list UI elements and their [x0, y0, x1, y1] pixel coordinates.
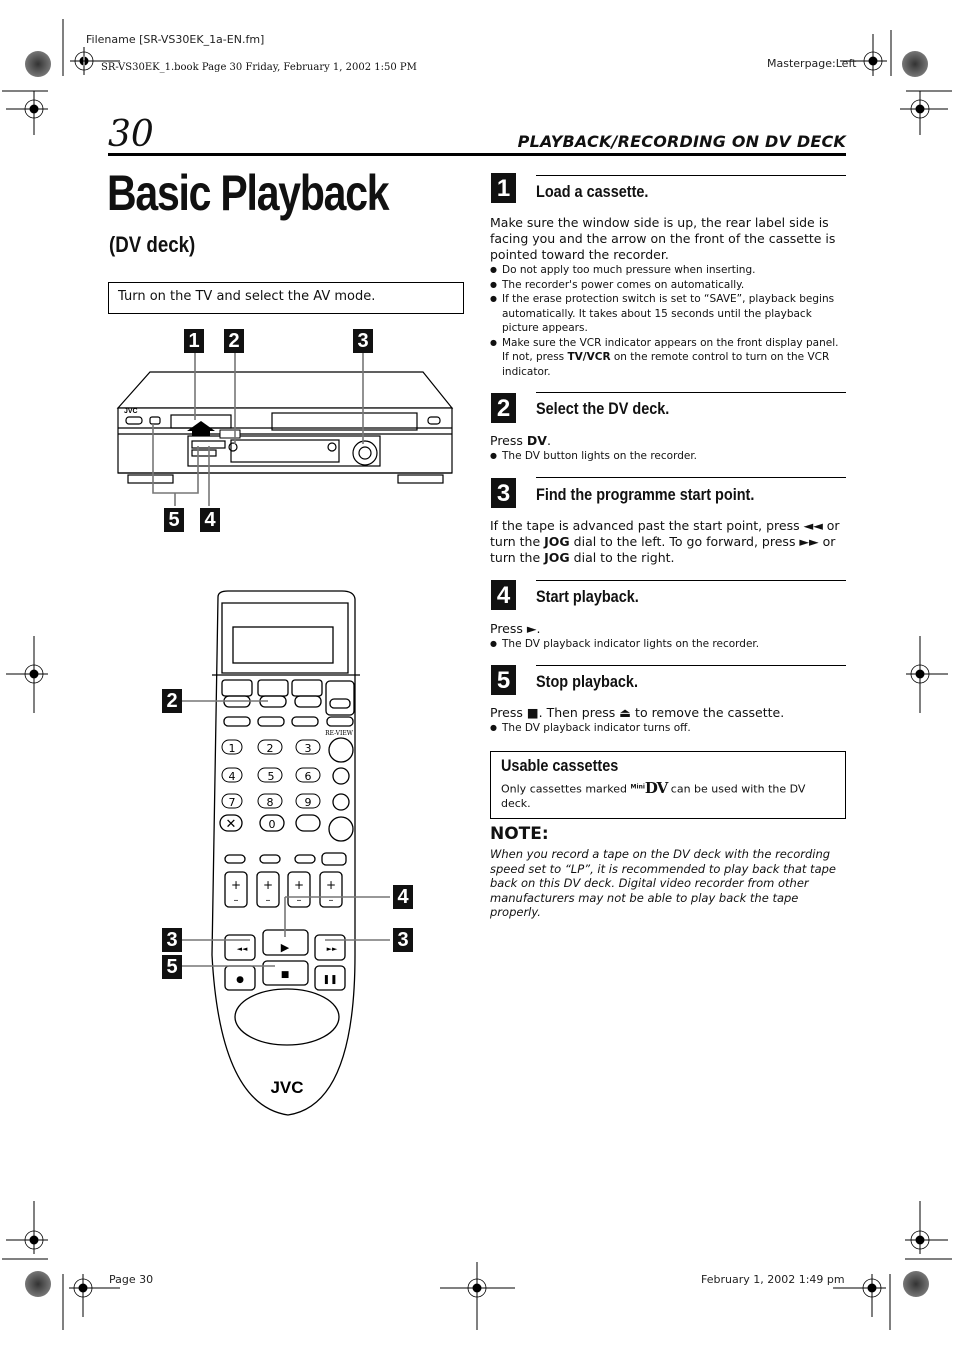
note-text: When you record a tape on the DV deck wi…	[490, 847, 836, 919]
svg-text:+: +	[326, 878, 336, 892]
remote-callout-2: 2	[162, 689, 182, 713]
key-2: 2	[267, 742, 274, 755]
key-6: 6	[305, 770, 312, 783]
usable-cassettes-text: Only cassettes marked MiniDV can be used…	[501, 778, 806, 810]
vcr-callout-2: 2	[224, 329, 244, 353]
rewind-icon: ◄◄	[237, 945, 248, 953]
vcr-brand-logo: JVC	[124, 408, 138, 415]
ffwd-icon: ►►	[327, 945, 338, 953]
step-5-bullet: The DV playback indicator turns off.	[490, 721, 846, 736]
vcr-callout-1: 1	[184, 329, 204, 353]
masterpage-label: Masterpage:Left	[767, 57, 857, 70]
vcr-callout-5: 5	[164, 508, 184, 532]
svg-text:–: –	[266, 895, 271, 906]
step-5-title: Stop playback.	[536, 672, 638, 691]
record-icon: ●	[236, 975, 244, 985]
step-3-text: If the tape is advanced past the start p…	[490, 518, 840, 565]
step-4-bullet: The DV playback indicator lights on the …	[490, 637, 846, 652]
step-4-title: Start playback.	[536, 587, 639, 606]
usable-cassettes-box: Usable cassettes Only cassettes marked M…	[490, 751, 846, 819]
step-4-rule	[536, 580, 846, 581]
page-number: 30	[108, 114, 154, 155]
step-2-title: Select the DV deck.	[536, 399, 670, 418]
footer-page: Page 30	[109, 1273, 154, 1286]
remote-callout-3-right: 3	[393, 928, 413, 952]
vcr-callout-3: 3	[353, 329, 373, 353]
page-subtitle: (DV deck)	[109, 232, 196, 257]
vcr-callout-4: 4	[200, 508, 220, 532]
step-2-rule	[536, 392, 846, 393]
key-4: 4	[229, 770, 236, 783]
svg-text:+: +	[231, 878, 241, 892]
play-icon: ▶	[281, 941, 290, 954]
key-7: 7	[229, 796, 236, 809]
intro-box: Turn on the TV and select the AV mode.	[108, 282, 464, 314]
step-4-badge: 4	[491, 580, 516, 610]
usable-cassettes-title: Usable cassettes	[501, 756, 619, 775]
header-rule	[108, 153, 846, 156]
step-1-text: Make sure the window side is up, the rea…	[490, 215, 836, 262]
step-1-title: Load a cassette.	[536, 182, 649, 201]
step-4-text: Press ►.	[490, 621, 541, 636]
page-title: Basic Playback	[107, 165, 390, 221]
key-1: 1	[229, 742, 236, 755]
stop-icon: ■	[281, 970, 290, 980]
step-1-bullet: Do not apply too much pressure when inse…	[490, 263, 846, 278]
section-heading: PLAYBACK/RECORDING ON DV DECK	[517, 132, 846, 151]
step-1-bullet: The recorder's power comes on automatica…	[490, 278, 846, 293]
book-info-line: SR-VS30EK_1.book Page 30 Friday, Februar…	[101, 62, 417, 73]
svg-text:–: –	[234, 895, 239, 906]
remote-callout-5: 5	[162, 955, 182, 979]
review-label: RE-VIEW	[325, 730, 354, 737]
step-2-content: Press DV. The DV button lights on the re…	[490, 433, 846, 464]
step-1-bullet: Make sure the VCR indicator appears on t…	[490, 336, 846, 380]
minidv-logo-icon: MiniDV	[630, 778, 669, 797]
pause-icon: ❚❚	[322, 975, 337, 985]
step-1-bullet: If the erase protection switch is set to…	[490, 292, 846, 336]
remote-brand-logo: JVC	[270, 1078, 303, 1097]
step-3-rule	[536, 477, 846, 478]
key-9: 9	[305, 796, 312, 809]
remote-callout-3-left: 3	[162, 928, 182, 952]
step-1-rule	[536, 175, 846, 176]
halftone-mark	[25, 51, 51, 77]
step-1-content: Make sure the window side is up, the rea…	[490, 215, 846, 379]
remote-control-figure: 1 2 3 4 5 6 7 8 9 0 ✕ RE-VIEW ▶ ■ ● ❚❚ ◄…	[180, 590, 390, 1116]
intro-text: Turn on the TV and select the AV mode.	[118, 289, 376, 304]
svg-text:✕: ✕	[226, 817, 237, 832]
svg-text:+: +	[294, 878, 304, 892]
vcr-figure: JVC	[116, 350, 454, 506]
step-2-bullet: The DV button lights on the recorder.	[490, 449, 846, 464]
key-5: 5	[268, 770, 275, 783]
remote-callout-4: 4	[393, 885, 413, 909]
step-3-badge: 3	[491, 478, 516, 508]
filename-label: Filename [SR-VS30EK_1a-EN.fm]	[86, 33, 265, 46]
step-4-content: Press ►. The DV playback indicator light…	[490, 621, 846, 652]
key-8: 8	[267, 796, 274, 809]
step-2-badge: 2	[491, 393, 516, 423]
key-0: 0	[269, 818, 276, 831]
step-5-rule	[536, 665, 846, 666]
note-heading: NOTE:	[490, 824, 549, 844]
step-3-title: Find the programme start point.	[536, 485, 755, 504]
key-3: 3	[305, 742, 312, 755]
step-5-badge: 5	[491, 665, 516, 695]
footer-date: February 1, 2002 1:49 pm	[701, 1273, 845, 1286]
step-2-text: Press DV.	[490, 433, 551, 448]
step-5-content: Press ■. Then press ⏏ to remove the cass…	[490, 705, 846, 736]
svg-text:+: +	[263, 878, 273, 892]
step-5-text: Press ■. Then press ⏏ to remove the cass…	[490, 705, 785, 720]
step-1-badge: 1	[491, 173, 516, 203]
